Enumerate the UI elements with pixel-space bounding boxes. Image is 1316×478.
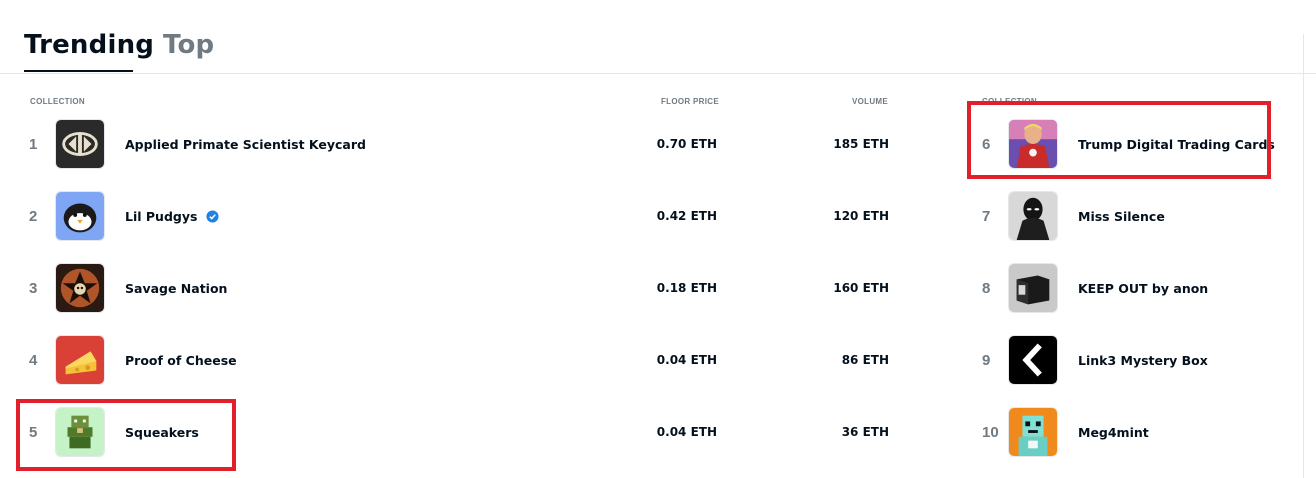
volume: 160 ETH [833,281,889,295]
keycard-logo-icon [55,119,105,169]
collection-name[interactable]: Meg4mint [1078,425,1149,440]
column-header-floor-price: FLOOR PRICE [661,97,719,106]
volume: 185 ETH [833,137,889,151]
tab-top[interactable]: Top [163,30,214,60]
collection-name[interactable]: Proof of Cheese [125,353,237,368]
tab-trending[interactable]: Trending [24,30,154,60]
rank: 4 [29,352,38,369]
floor-price: 0.70 ETH [656,137,717,151]
tab-bar: Trending Top [0,0,1316,74]
collection-name[interactable]: KEEP OUT by anon [1078,281,1208,296]
highlight-box-squeakers [16,399,236,471]
black-cube-icon [1008,263,1058,313]
penguin-icon [55,191,105,241]
rank: 9 [982,352,991,369]
collection-name[interactable]: Miss Silence [1078,209,1165,224]
volume: 36 ETH [841,425,889,439]
volume: 86 ETH [841,353,889,367]
verified-badge-icon [206,210,219,223]
collection-name[interactable]: Lil Pudgys [125,209,219,224]
rank: 8 [982,280,991,297]
rank: 7 [982,208,991,225]
highlight-box-trump-cards [967,101,1271,179]
rank: 10 [982,424,999,441]
chevron-left-icon [1008,335,1058,385]
dark-figure-icon [1008,191,1058,241]
collection-name-text: Lil Pudgys [125,209,198,224]
floor-price: 0.04 ETH [656,425,717,439]
column-header-volume: VOLUME [852,97,889,106]
collection-name[interactable]: Link3 Mystery Box [1078,353,1208,368]
floor-price: 0.04 ETH [656,353,717,367]
rank: 1 [29,136,38,153]
rank: 3 [29,280,38,297]
scrollbar[interactable] [1303,34,1316,478]
collection-name[interactable]: Savage Nation [125,281,227,296]
pixel-robot-icon [1008,407,1058,457]
rank: 2 [29,208,38,225]
star-skull-icon [55,263,105,313]
cheese-icon [55,335,105,385]
column-header-collection: COLLECTION [30,97,85,106]
floor-price: 0.18 ETH [656,281,717,295]
volume: 120 ETH [833,209,889,223]
active-tab-indicator [24,70,133,72]
collection-name[interactable]: Applied Primate Scientist Keycard [125,137,366,152]
floor-price: 0.42 ETH [656,209,717,223]
